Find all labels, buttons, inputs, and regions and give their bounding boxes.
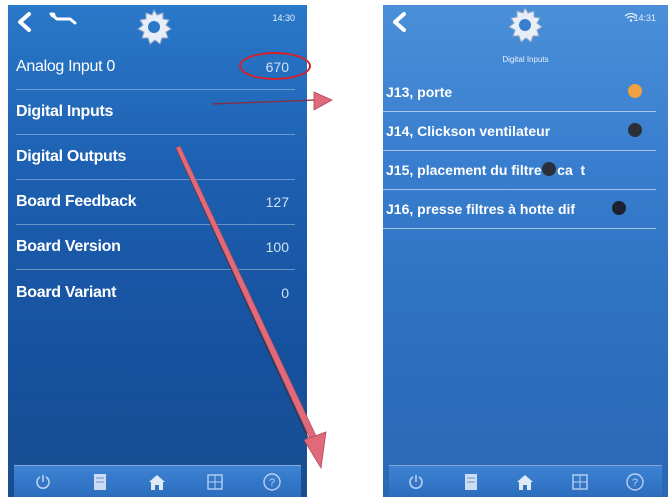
board-version-label: Board Version [16,238,121,255]
arrow-head [303,431,327,470]
grid-icon[interactable] [204,471,226,493]
digital-outputs-row[interactable]: Digital Outputs [16,135,295,180]
gear-icon [508,6,543,43]
digital-inputs-list: J13, porte J14, Clickson ventilateur J15… [383,73,668,229]
help-icon[interactable]: ? [261,471,283,493]
list-item: J13, porte [383,73,656,112]
info-list: Analog Input 0 670 Digital Inputs Digita… [8,45,307,315]
svg-text:?: ? [632,477,638,489]
document-icon[interactable] [460,471,482,493]
help-icon[interactable]: ? [624,471,646,493]
status-led [542,162,556,176]
digital-inputs-screen: 14:31 Digital Inputs J13, porte J14, Cli… [383,5,668,497]
board-variant-row: Board Variant 0 [16,270,295,315]
board-variant-label: Board Variant [16,283,117,301]
highlight-ellipse [239,52,311,80]
digital-inputs-label: Digital Inputs [16,103,114,120]
list-item: J14, Clickson ventilateur [383,112,656,151]
gear-icon [137,8,172,45]
digital-inputs-row[interactable]: Digital Inputs [16,90,295,135]
digital-outputs-label: Digital Outputs [16,148,127,165]
status-led [612,201,626,215]
power-icon[interactable] [405,471,427,493]
input-label: J16, presse filtres à hotte dif [386,201,576,217]
clock: 14:31 [633,13,656,23]
chevron-left-icon[interactable] [389,11,411,33]
input-label: J14, Clickson ventilateur [386,123,551,139]
grid-icon[interactable] [569,471,591,493]
clock: 14:30 [272,13,295,23]
document-icon[interactable] [89,471,111,493]
power-icon[interactable] [32,471,54,493]
home-icon[interactable] [146,471,168,493]
status-led [628,84,642,98]
board-variant-value: 0 [281,284,289,301]
page-title: Digital Inputs [502,55,549,64]
wrench-icon [49,12,77,25]
list-item: J16, presse filtres à hotte dif [383,190,656,229]
board-feedback-row: Board Feedback 127 [16,180,295,225]
home-icon[interactable] [514,471,536,493]
bottom-nav: ? [14,465,301,497]
input-label: J13, porte [386,84,453,100]
svg-text:?: ? [269,477,275,489]
chevron-left-icon[interactable] [14,11,36,33]
board-feedback-label: Board Feedback [16,193,137,210]
top-bar: 14:31 [383,5,668,49]
board-version-row: Board Version 100 [16,225,295,270]
status-led [628,123,642,137]
analog-input-label: Analog Input 0 [16,58,115,75]
arrow-head [313,91,333,111]
list-item: J15, placement du filtre à ca t [383,151,656,190]
board-version-value: 100 [265,239,289,255]
top-bar: 14:30 [8,5,307,49]
bottom-nav: ? [389,465,662,497]
board-feedback-value: 127 [265,194,289,210]
